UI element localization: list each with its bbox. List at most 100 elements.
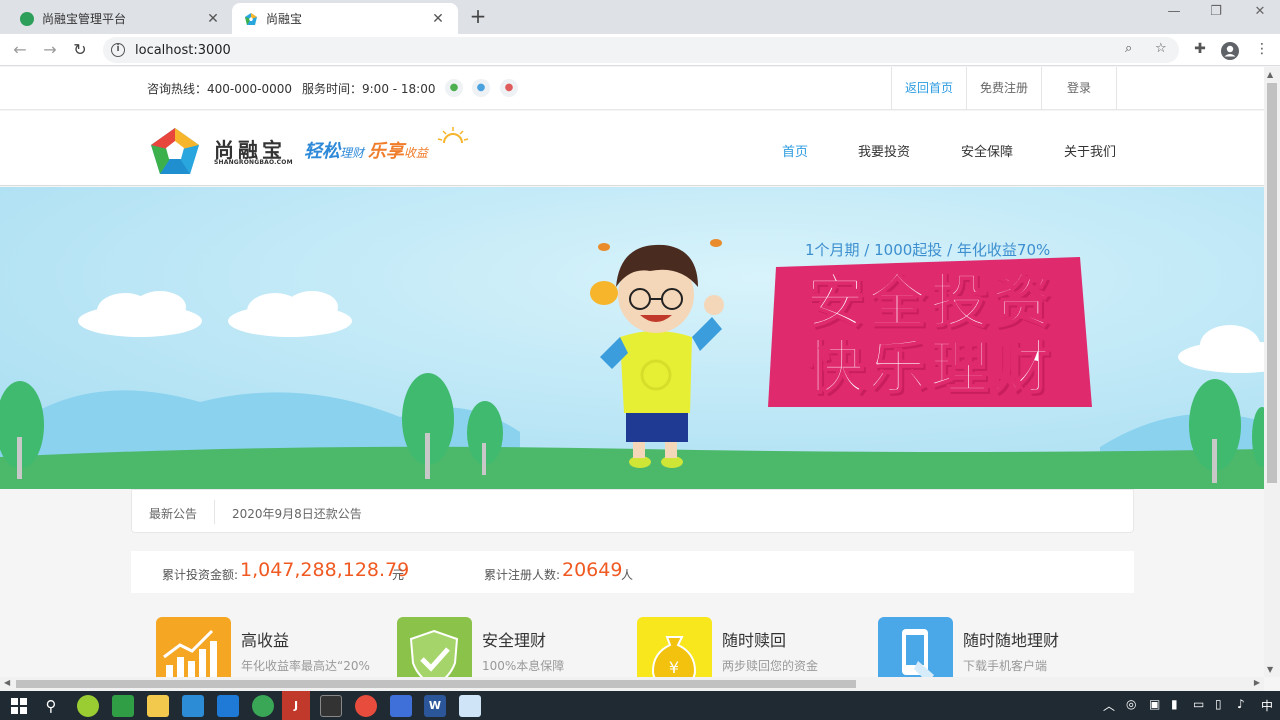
windows-taskbar: ⚲ J W ︿ ◎ ▣ ▮ ▭ ▯ ♪ 中	[0, 691, 1280, 720]
users-total-label: 累计注册人数:	[484, 568, 561, 582]
back-icon[interactable]: ←	[9, 39, 31, 61]
users-total-unit: 人	[621, 568, 634, 582]
app-icon[interactable]	[182, 695, 204, 717]
back-home-link[interactable]: 返回首页	[892, 67, 967, 110]
scroll-right-icon[interactable]: ▶	[1254, 678, 1260, 687]
chrome-icon[interactable]	[252, 695, 274, 717]
favicon-icon	[244, 12, 258, 26]
browser-tab-strip: 尚融宝管理平台 ✕ 尚融宝 ✕ + — ❐ ✕	[0, 0, 1280, 34]
windows-start-icon[interactable]	[8, 695, 30, 717]
qq-icon[interactable]: ●	[472, 79, 490, 97]
forward-icon[interactable]: →	[39, 39, 61, 61]
favicon-icon	[20, 11, 34, 26]
banner-headline-2: 快乐理财	[805, 333, 1054, 401]
url-text[interactable]: localhost:3000	[135, 43, 231, 58]
word-icon[interactable]: W	[424, 695, 446, 717]
terminal-icon[interactable]	[320, 695, 342, 717]
tab-admin-platform[interactable]: 尚融宝管理平台 ✕	[8, 3, 233, 34]
nav-about[interactable]: 关于我们	[1064, 141, 1116, 160]
menu-icon[interactable]: ⋮	[1252, 41, 1272, 61]
profile-icon[interactable]	[1220, 41, 1240, 61]
app-icon[interactable]	[112, 695, 134, 717]
mobile-phone-icon	[878, 617, 953, 677]
page-viewport: 咨询热线：400-000-0000 服务时间：9:00 - 18:00 ● ● …	[0, 67, 1264, 677]
vertical-scrollbar[interactable]: ▲ ▼	[1264, 67, 1280, 677]
tab-title: 尚融宝	[266, 12, 303, 26]
register-link[interactable]: 免费注册	[967, 67, 1042, 110]
browser-toolbar: ← → ↻ i localhost:3000 ⌕ ☆ ✚ ⋮	[0, 34, 1280, 66]
horizontal-scrollbar[interactable]: ◀ ▶	[0, 677, 1264, 691]
banner-headline-1: 安全投资	[805, 267, 1054, 335]
tray-app-icon[interactable]: ◎	[1126, 697, 1136, 711]
window-close-icon[interactable]: ✕	[1240, 4, 1280, 24]
tray-chevron-icon[interactable]: ︿	[1103, 697, 1115, 714]
zoom-icon[interactable]: ⌕	[1125, 41, 1132, 56]
app-icon[interactable]	[390, 695, 412, 717]
announcement-link[interactable]: 2020年9月8日还款公告	[232, 505, 362, 522]
tray-app-icon[interactable]: ▣	[1149, 697, 1160, 711]
invest-total-unit: 元	[392, 568, 405, 582]
stats-bar: 累计投资金额: 1,047,288,128.79 元 累计注册人数: 20649…	[131, 551, 1134, 593]
weibo-icon[interactable]: ●	[500, 79, 518, 97]
volume-icon[interactable]: ♪	[1237, 697, 1245, 711]
battery-icon[interactable]: ▭	[1193, 697, 1204, 711]
feature-desc: 100%本息保障	[482, 659, 565, 673]
restore-icon[interactable]: ❐	[1196, 4, 1236, 24]
tab-close-icon[interactable]: ✕	[205, 11, 221, 27]
minimize-icon[interactable]: —	[1154, 4, 1194, 24]
invest-total-label: 累计投资金额:	[162, 568, 239, 582]
extensions-icon[interactable]: ✚	[1190, 41, 1210, 61]
scroll-thumb[interactable]	[16, 680, 856, 688]
feature-title: 高收益	[241, 631, 290, 650]
svg-text:¥: ¥	[669, 658, 679, 677]
search-icon[interactable]: ⚲	[40, 695, 62, 717]
nav-invest[interactable]: 我要投资	[858, 141, 910, 160]
logo-icon[interactable]	[150, 127, 200, 175]
intellij-icon[interactable]: J	[282, 691, 310, 720]
service-time-text: 服务时间：9:00 - 18:00	[302, 82, 436, 96]
ime-indicator[interactable]: 中	[1261, 697, 1273, 714]
address-bar[interactable]: i localhost:3000 ⌕ ☆	[103, 37, 1179, 63]
divider	[214, 500, 215, 524]
network-icon[interactable]: ▯	[1215, 697, 1222, 711]
login-link[interactable]: 登录	[1042, 67, 1117, 110]
app-icon[interactable]	[77, 695, 99, 717]
slogan-part: 轻松	[304, 141, 340, 162]
scroll-up-icon[interactable]: ▲	[1267, 70, 1273, 79]
new-tab-button[interactable]: +	[468, 5, 488, 29]
info-icon[interactable]: i	[111, 43, 125, 57]
nav-home[interactable]: 首页	[782, 141, 808, 160]
slogan-part: 收益	[403, 146, 428, 160]
money-bag-icon: ¥	[637, 617, 712, 677]
scroll-thumb[interactable]	[1267, 83, 1277, 483]
scroll-down-icon[interactable]: ▼	[1267, 665, 1273, 674]
file-explorer-icon[interactable]	[147, 695, 169, 717]
users-total-value: 20649	[562, 559, 623, 581]
shield-check-icon	[397, 617, 472, 677]
sun-icon	[437, 127, 469, 144]
announcement-label: 最新公告	[149, 507, 198, 521]
top-links: 返回首页 免费注册 登录	[891, 67, 1117, 110]
tab-close-icon[interactable]: ✕	[430, 11, 446, 27]
vscode-icon[interactable]	[217, 695, 239, 717]
site-header: 尚融宝 SHANGRONGBAO.COM 轻松理财 乐享收益 首页 我要投资 安…	[0, 111, 1264, 186]
reload-icon[interactable]: ↻	[69, 39, 91, 61]
tab-title: 尚融宝管理平台	[42, 12, 127, 26]
invest-total-value: 1,047,288,128.79	[240, 559, 410, 581]
top-info-bar: 咨询热线：400-000-0000 服务时间：9:00 - 18:00 ● ● …	[0, 67, 1264, 110]
chrome-icon[interactable]	[355, 695, 377, 717]
chart-bars-icon	[156, 617, 231, 677]
logo-subtitle: SHANGRONGBAO.COM	[214, 159, 293, 166]
tab-shangrongbao[interactable]: 尚融宝 ✕	[232, 3, 458, 34]
hero-banner[interactable]: 1个月期 / 1000起投 / 年化收益70% 安全投资 快乐理财	[0, 187, 1264, 489]
wechat-icon[interactable]: ●	[445, 79, 463, 97]
bookmark-star-icon[interactable]: ☆	[1155, 41, 1167, 56]
microphone-icon[interactable]: ▮	[1171, 697, 1178, 711]
announcement-bar: 最新公告 2020年9月8日还款公告	[131, 489, 1134, 533]
banner-tagline: 1个月期 / 1000起投 / 年化收益70%	[805, 241, 1051, 259]
feature-title: 随时赎回	[722, 631, 787, 650]
nav-security[interactable]: 安全保障	[961, 141, 1013, 160]
notepad-icon[interactable]	[459, 695, 481, 717]
scroll-left-icon[interactable]: ◀	[4, 678, 10, 687]
slogan: 轻松理财 乐享收益	[304, 137, 428, 163]
